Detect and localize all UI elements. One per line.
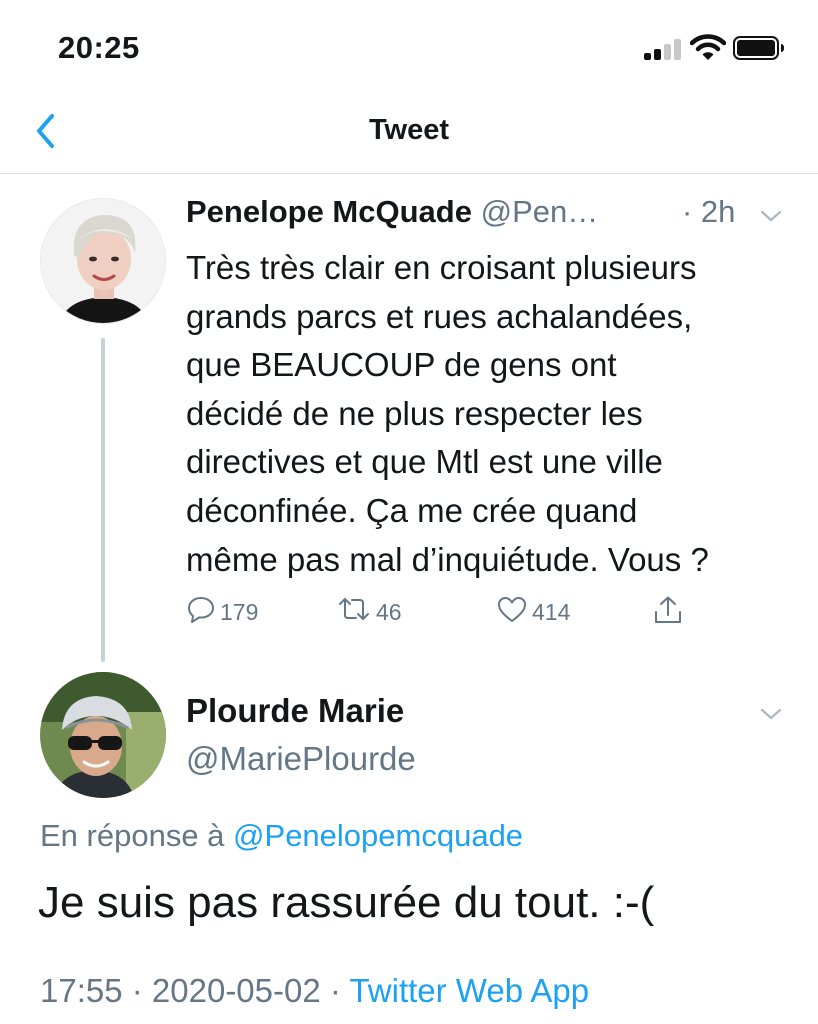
tweet-text-line: Très très clair en croisant plusieurs (186, 249, 697, 286)
parent-author-name[interactable]: Penelope McQuade (186, 194, 472, 229)
share-button[interactable] (652, 594, 688, 632)
tweet-text-line: déconfinée. Ça me crée quand (186, 491, 638, 529)
parent-author-avatar[interactable] (40, 198, 166, 324)
tweet-text-line: que BEAUCOUP de gens ont (186, 346, 617, 384)
wifi-icon (689, 33, 727, 61)
tweet-text-line: grands parcs et rues achalandées, (186, 297, 693, 335)
in-reply-prefix: En réponse à (40, 818, 225, 853)
parent-tweet-time: · 2h (682, 194, 736, 229)
parent-tweet-text: Très très clair en croisant plusieurs gr… (186, 244, 796, 584)
retweet-button[interactable]: 46 (336, 594, 402, 630)
tweet-text-line: décidé de ne plus respecter les (186, 394, 643, 432)
nav-bar: Tweet (0, 90, 818, 174)
tweet-timestamp: 17:55 · 2020-05-02 · (40, 972, 350, 1009)
reply-count: 179 (220, 598, 259, 625)
reply-button[interactable]: 179 (186, 594, 258, 630)
like-count: 414 (532, 598, 571, 625)
in-reply-handle-link[interactable]: @Penelopemcquade (233, 818, 523, 853)
battery-icon (733, 36, 785, 60)
heart-icon (496, 594, 532, 630)
parent-author-handle[interactable]: @Pen… (481, 194, 599, 229)
tweet-metadata: 17:55 · 2020-05-02 · Twitter Web App (40, 972, 589, 1010)
parent-tweet-actions: 179 46 414 (186, 594, 706, 630)
tweet-text-line: directives et que Mtl est une ville (186, 443, 663, 481)
retweet-icon (336, 594, 376, 630)
reply-author-name[interactable]: Plourde Marie (186, 692, 404, 730)
parent-tweet-header: Penelope McQuade @Pen… · 2h (186, 194, 786, 238)
thread-connector-line (101, 338, 105, 662)
status-time: 20:25 (58, 30, 140, 65)
signal-icon (644, 38, 684, 60)
reply-icon (186, 594, 220, 630)
chevron-down-icon[interactable] (759, 208, 783, 224)
tweet-text-line: même pas mal d’inquiétude. Vous ? (186, 540, 709, 578)
in-reply-to: En réponse à @Penelopemcquade (40, 818, 523, 854)
tweet-detail-screen: 20:25 Tweet Penelope McQuade @Pen… · 2h … (0, 0, 818, 1024)
reply-author-handle[interactable]: @MariePlourde (186, 740, 416, 778)
status-bar: 20:25 (0, 0, 818, 90)
retweet-count: 46 (376, 598, 402, 625)
chevron-down-icon[interactable] (759, 706, 783, 722)
reply-tweet-text: Je suis pas rassurée du tout. :-( (38, 878, 655, 927)
page-title: Tweet (368, 114, 450, 146)
share-icon (652, 594, 688, 632)
like-button[interactable]: 414 (496, 594, 570, 630)
reply-author-avatar[interactable] (40, 672, 166, 798)
tweet-source-link[interactable]: Twitter Web App (349, 972, 589, 1009)
